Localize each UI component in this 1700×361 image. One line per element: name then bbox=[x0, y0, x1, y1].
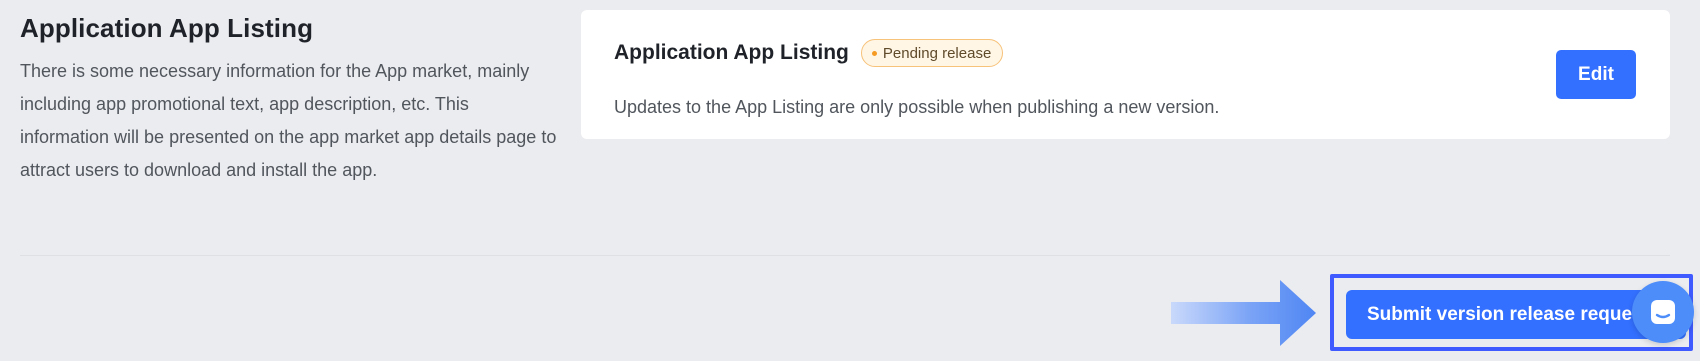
edit-button[interactable]: Edit bbox=[1556, 50, 1636, 99]
app-listing-card: Application App Listing Pending release … bbox=[581, 10, 1670, 139]
section-description: There is some necessary information for … bbox=[20, 61, 557, 180]
status-badge: Pending release bbox=[860, 39, 1004, 67]
status-label: Pending release bbox=[882, 44, 992, 62]
arrow-right-icon bbox=[1171, 280, 1316, 346]
help-chat-button[interactable] bbox=[1632, 281, 1694, 343]
status-dot-icon bbox=[871, 50, 877, 56]
card-header: Application App Listing Pending release bbox=[614, 39, 1004, 67]
chat-bubble-icon bbox=[1651, 300, 1675, 324]
card-title: Application App Listing bbox=[614, 41, 849, 64]
card-note: Updates to the App Listing are only poss… bbox=[614, 97, 1220, 117]
divider bbox=[20, 255, 1670, 256]
section-title: Application App Listing bbox=[20, 13, 314, 43]
page-root: Application App Listing There is some ne… bbox=[0, 0, 1700, 361]
section-info: Application App Listing There is some ne… bbox=[20, 10, 560, 187]
